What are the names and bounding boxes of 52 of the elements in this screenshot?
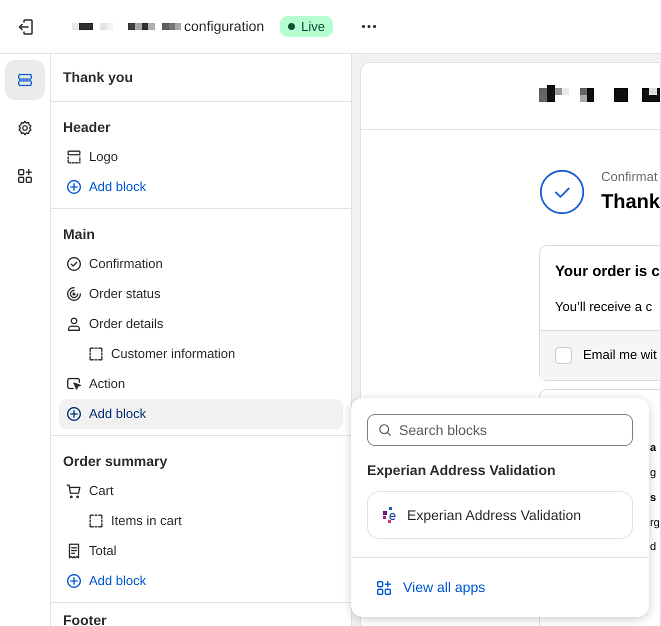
status-badge: Live: [280, 16, 334, 37]
section-heading: Order summary: [63, 452, 168, 471]
add-block-button[interactable]: Add block: [59, 566, 343, 596]
block-item[interactable]: Confirmation: [59, 249, 343, 279]
card-text: g: [650, 466, 656, 480]
card-text: You’ll receive a c: [555, 298, 652, 316]
panel-title: Thank you: [63, 68, 134, 87]
section-heading: Footer: [63, 610, 107, 626]
sections-icon: [16, 71, 34, 89]
cart-icon: [65, 482, 83, 500]
block-item[interactable]: Cart: [59, 476, 343, 506]
rail-tab[interactable]: [5, 60, 45, 100]
block-item[interactable]: Items in cart: [59, 506, 343, 536]
more-icon: [362, 25, 376, 28]
card-title: Your order is c: [555, 262, 660, 282]
card-title: s: [650, 490, 656, 506]
checkbox-label: Email me wit: [583, 346, 657, 364]
add-block-button[interactable]: Add block: [59, 172, 343, 202]
block-item[interactable]: Action: [59, 369, 343, 399]
person-icon: [65, 315, 83, 333]
plus-circle-icon: [65, 178, 83, 196]
confirmation-label: Confirmat: [601, 168, 658, 186]
app-logo-icon: [382, 506, 398, 524]
view-all-apps-link[interactable]: View all apps: [375, 577, 486, 598]
card-title: a: [650, 440, 656, 456]
section-heading: Header: [63, 118, 110, 136]
search-icon: [377, 422, 393, 438]
exit-icon: [16, 16, 36, 36]
card-text: rg: [650, 516, 660, 530]
logo-block-icon: [65, 148, 83, 166]
block-item[interactable]: Customer information: [59, 339, 343, 369]
apps-icon: [375, 578, 393, 596]
check-circle-icon: [65, 255, 83, 273]
page-title: configuration: [184, 17, 264, 36]
block-item[interactable]: Order details: [59, 309, 343, 339]
card-text: d: [650, 540, 656, 554]
plus-circle-icon: [65, 572, 83, 590]
block-item[interactable]: Order status: [59, 279, 343, 309]
block-item[interactable]: Total: [59, 536, 343, 566]
app-block-button[interactable]: Experian Address Validation: [367, 491, 633, 539]
search-field[interactable]: Search blocks: [367, 414, 633, 446]
plus-circle-icon: [65, 405, 83, 423]
settings-icon: [16, 119, 34, 137]
status-icon: [65, 285, 83, 303]
checkbox[interactable]: [555, 346, 572, 364]
block-item[interactable]: Logo: [59, 142, 343, 172]
confirmation-heading: Thank: [601, 190, 660, 214]
section-heading: Main: [63, 224, 95, 244]
group-heading: Experian Address Validation: [367, 461, 557, 480]
apps-icon: [16, 167, 34, 185]
check-circle-icon: [539, 168, 586, 216]
add-block-button[interactable]: Add block: [59, 399, 343, 429]
